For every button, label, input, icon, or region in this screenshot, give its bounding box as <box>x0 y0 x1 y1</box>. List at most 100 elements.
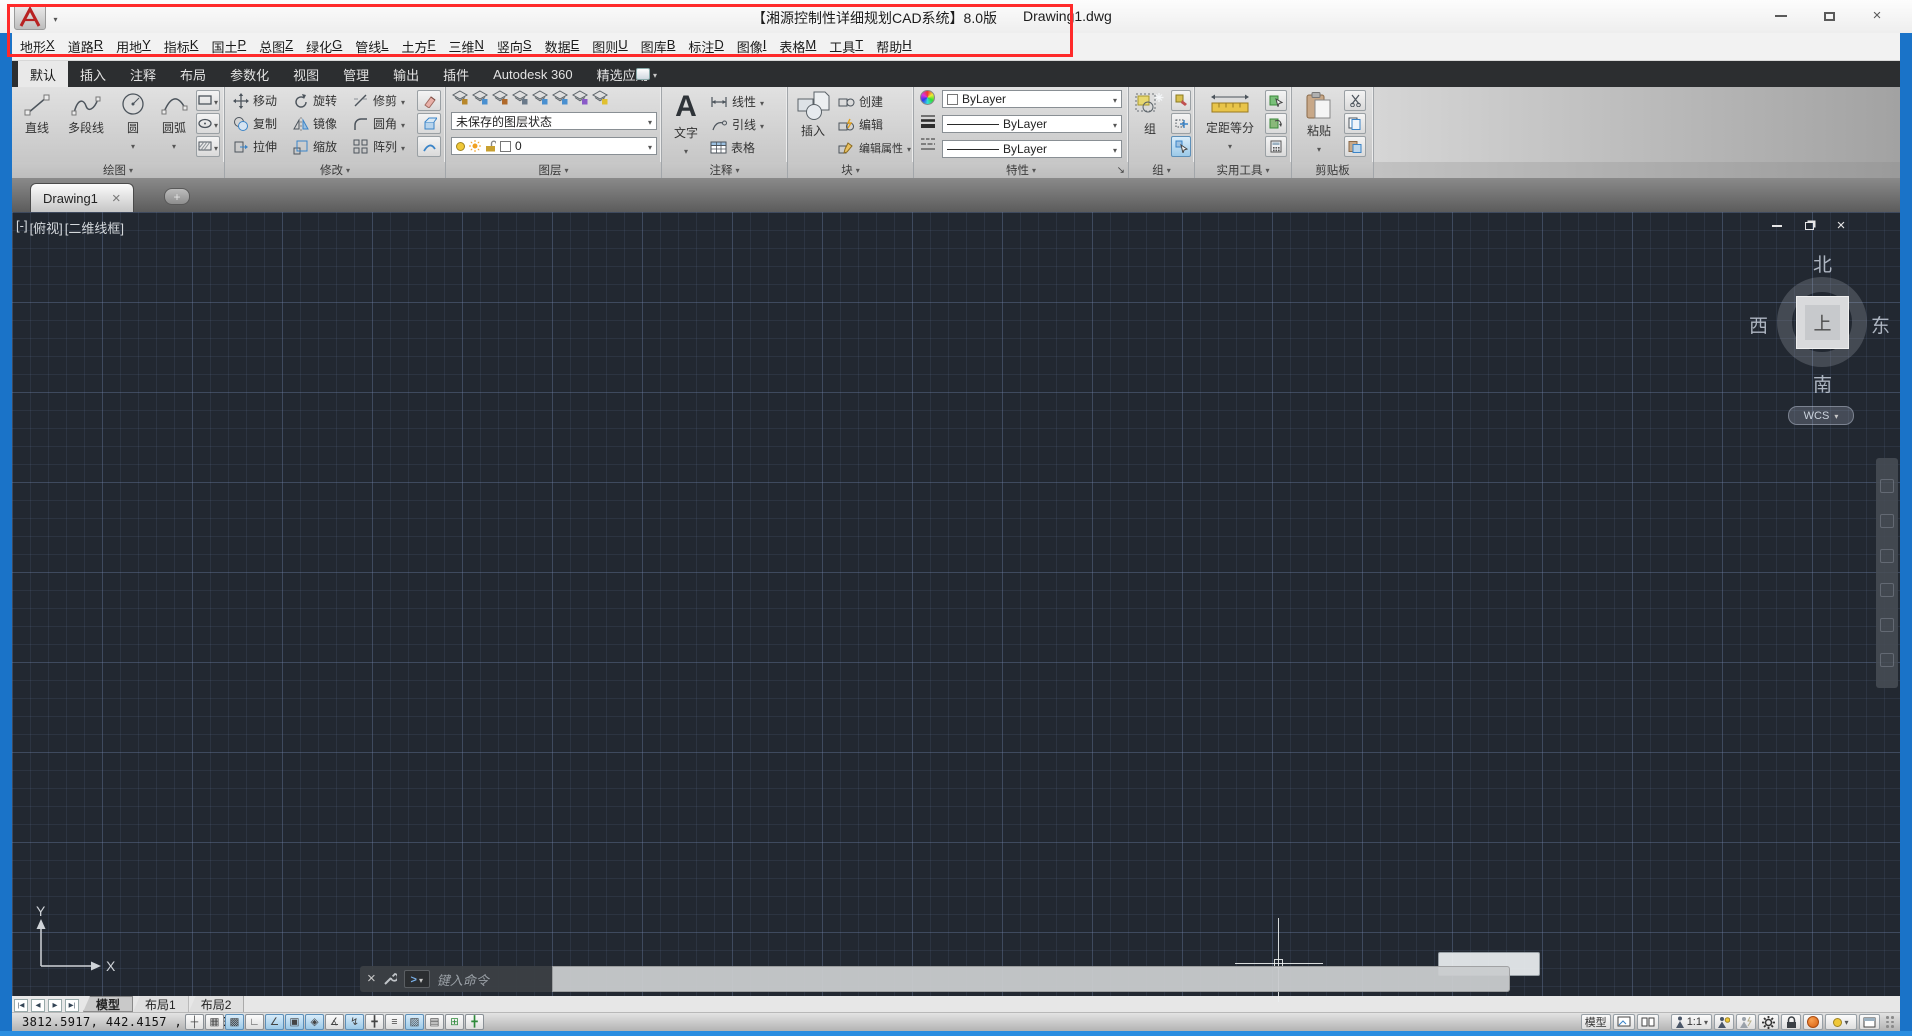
status-toggle-3d-object-snap[interactable]: ◈ <box>305 1014 324 1030</box>
layer-tool-layer-previous[interactable] <box>531 89 549 106</box>
linetype-dropdown[interactable]: ByLayer <box>942 140 1122 158</box>
nav-segment[interactable] <box>1880 583 1894 597</box>
fillet-button[interactable]: 圆角 <box>353 112 405 135</box>
join-button[interactable] <box>417 136 441 157</box>
command-close-icon[interactable] <box>367 970 376 988</box>
menu-item-7[interactable]: 管线L <box>355 37 388 56</box>
isolate-objects-button[interactable] <box>1825 1014 1857 1030</box>
lineweight-icon[interactable] <box>920 114 936 128</box>
status-toggle-object-snap-tracking[interactable]: ∡ <box>325 1014 344 1030</box>
select-all-button[interactable] <box>1265 113 1287 134</box>
menu-item-5[interactable]: 总图Z <box>259 37 293 56</box>
model-space-button[interactable]: 模型 <box>1581 1014 1611 1030</box>
nav-segment[interactable] <box>1880 514 1894 528</box>
table-button[interactable]: 表格 <box>710 136 764 159</box>
doc-minimize-button[interactable] <box>1770 220 1784 232</box>
properties-dialog-launcher-icon[interactable] <box>1117 164 1125 176</box>
menu-item-15[interactable]: 图像I <box>737 37 767 56</box>
app-menu-arrow-icon[interactable] <box>48 10 63 25</box>
block-create-button[interactable]: 创建 <box>838 90 911 113</box>
leader-button[interactable]: 引线 <box>710 113 764 136</box>
ribbon-tab-view[interactable]: 视图 <box>281 61 331 87</box>
menu-item-12[interactable]: 图则U <box>592 37 627 56</box>
menu-item-13[interactable]: 图库B <box>641 37 676 56</box>
rectangle-button[interactable] <box>196 90 220 111</box>
status-toggle-selection-cycling[interactable]: ⊞ <box>445 1014 464 1030</box>
trim-button[interactable]: 修剪 <box>353 89 405 112</box>
menu-item-1[interactable]: 道路R <box>68 37 103 56</box>
status-toggle-polar-tracking[interactable]: ∠ <box>265 1014 284 1030</box>
group-select-toggle[interactable] <box>1171 136 1191 157</box>
maximize-button[interactable] <box>1818 8 1840 24</box>
layer-dropdown[interactable]: 0 <box>451 137 657 155</box>
panel-label-block[interactable]: 块 <box>788 162 914 178</box>
menu-item-2[interactable]: 用地Y <box>116 37 151 56</box>
block-edit-button[interactable]: 编辑 <box>838 113 911 136</box>
layout-nav-button-next[interactable]: ▶ <box>48 999 62 1012</box>
stretch-button[interactable]: 拉伸 <box>233 135 277 158</box>
ribbon-tab-default[interactable]: 默认 <box>18 61 68 87</box>
nav-segment[interactable] <box>1880 549 1894 563</box>
recent-commands-button[interactable] <box>404 970 430 988</box>
status-toggle-dynamic-ucs[interactable]: ↯ <box>345 1014 364 1030</box>
ribbon-display-toggle[interactable] <box>636 64 657 84</box>
nav-segment[interactable] <box>1880 618 1894 632</box>
nav-segment[interactable] <box>1880 653 1894 667</box>
menu-item-9[interactable]: 三维N <box>448 37 483 56</box>
group-add-remove-button[interactable] <box>1171 113 1191 134</box>
viewcube-east[interactable]: 东 <box>1871 311 1890 338</box>
menu-item-6[interactable]: 绿化G <box>306 37 342 56</box>
panel-label-properties[interactable]: 特性 <box>914 162 1129 178</box>
toolbar-lock-button[interactable] <box>1781 1014 1801 1030</box>
layout-nav-button-last[interactable]: ▶| <box>65 999 79 1012</box>
text-button[interactable]: A 文字 <box>666 89 706 160</box>
viewport-preview-button[interactable] <box>1613 1014 1635 1030</box>
panel-label-modify[interactable]: 修改 <box>225 162 446 178</box>
command-prompt-area[interactable]: 键入命令 <box>360 966 552 992</box>
object-color-dropdown[interactable]: ByLayer <box>942 90 1122 108</box>
status-toggle-grid-display[interactable]: ▩ <box>225 1014 244 1030</box>
ucs-icon[interactable]: Y X <box>26 902 126 982</box>
paste-special-button[interactable] <box>1344 136 1366 157</box>
status-toggle-dynamic-input[interactable]: ╋ <box>365 1014 384 1030</box>
annotation-autoscale-button[interactable] <box>1736 1014 1756 1030</box>
arc-button[interactable]: 圆弧 <box>154 89 194 160</box>
quick-select-button[interactable] <box>1265 90 1287 111</box>
linetype-icon[interactable] <box>920 137 936 151</box>
status-toggle-lineweight[interactable]: ≡ <box>385 1014 404 1030</box>
layer-tool-layer-off[interactable] <box>591 89 609 106</box>
paste-button[interactable]: 粘贴 <box>1298 89 1340 160</box>
nav-segment[interactable] <box>1880 479 1894 493</box>
array-button[interactable]: 阵列 <box>353 135 405 158</box>
ribbon-tab-manage[interactable]: 管理 <box>331 61 381 87</box>
group-edit-button[interactable] <box>1171 90 1191 111</box>
statusbar-grip[interactable] <box>1886 1016 1894 1028</box>
viewcube-south[interactable]: 南 <box>1813 370 1832 397</box>
wcs-dropdown[interactable]: WCS <box>1788 406 1854 425</box>
viewport-visual-style-control[interactable]: [二维线框] <box>65 218 124 237</box>
command-input-area[interactable] <box>552 966 1510 992</box>
panel-label-layers[interactable]: 图层 <box>446 162 662 178</box>
status-toggle-transparency[interactable]: ▨ <box>405 1014 424 1030</box>
annotation-scale-button[interactable]: 1:1 <box>1671 1014 1712 1030</box>
file-tab-drawing1[interactable]: Drawing1 <box>30 183 134 212</box>
ribbon-tab-annotate[interactable]: 注释 <box>118 61 168 87</box>
insert-block-button[interactable]: 插入 <box>792 89 834 160</box>
navigation-side-toolbar[interactable] <box>1876 458 1898 688</box>
layout-tab-layout1[interactable]: 布局1 <box>133 996 189 1012</box>
layout-nav-button-first[interactable]: |◀ <box>14 999 28 1012</box>
panel-label-draw[interactable]: 绘图 <box>12 162 225 178</box>
command-line-window[interactable]: 键入命令 <box>360 966 1510 992</box>
erase-button[interactable] <box>417 90 441 111</box>
lineweight-dropdown[interactable]: ByLayer <box>942 115 1122 133</box>
app-menu-button[interactable] <box>14 4 46 30</box>
layer-tool-layer-unisolate[interactable] <box>511 89 529 106</box>
copy-clip-button[interactable] <box>1344 113 1366 134</box>
status-toggle-ortho-mode[interactable]: ∟ <box>245 1014 264 1030</box>
status-toggle-infer-constraints[interactable]: ┼ <box>185 1014 204 1030</box>
viewcube-north[interactable]: 北 <box>1813 250 1832 277</box>
layer-tool-layer-state[interactable] <box>471 89 489 106</box>
move-button[interactable]: 移动 <box>233 89 277 112</box>
ellipse-button[interactable] <box>196 113 220 134</box>
viewcube-top-face[interactable]: 上 <box>1796 296 1849 349</box>
